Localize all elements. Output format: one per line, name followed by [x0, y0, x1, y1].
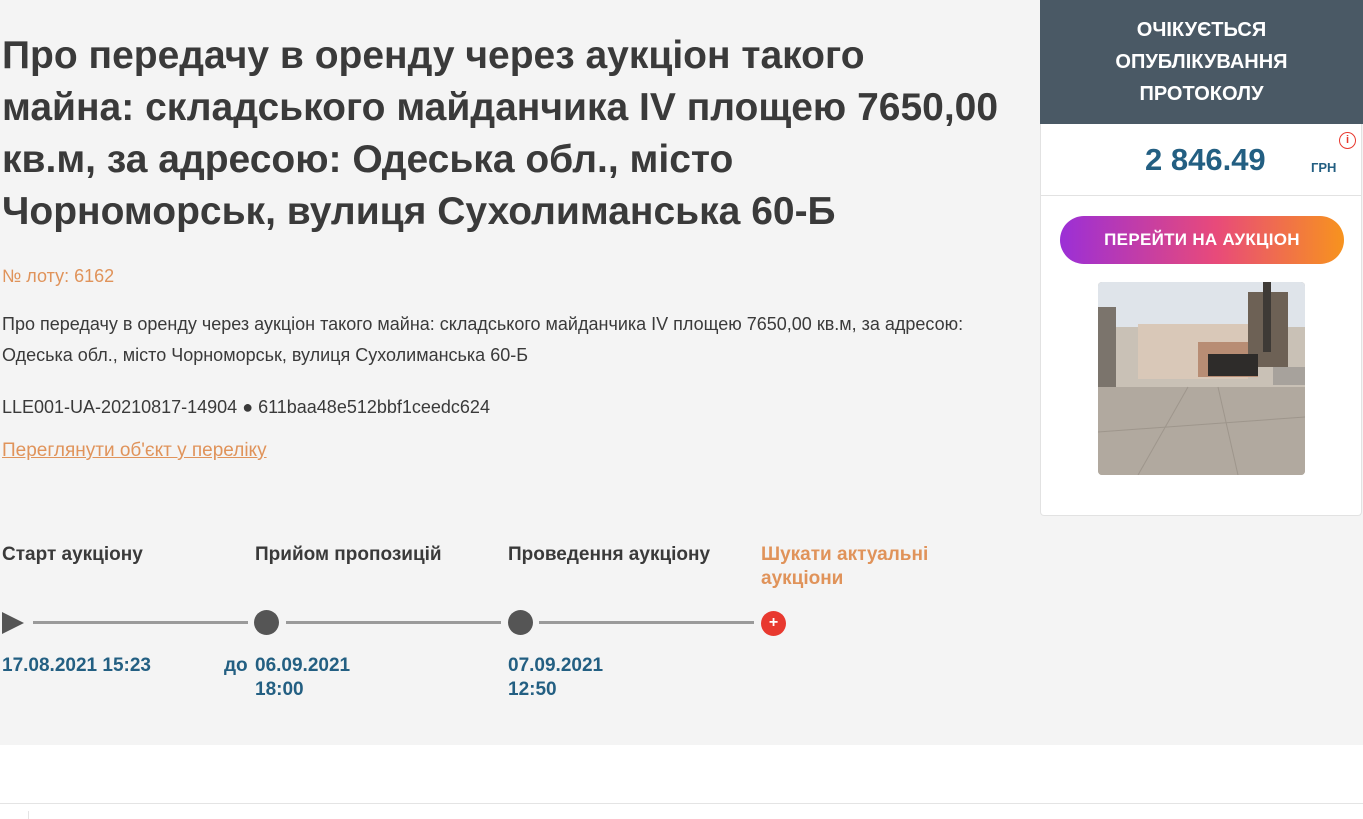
photo-image	[1098, 282, 1305, 475]
price-box: i 2 846.49 ГРН	[1040, 124, 1362, 196]
lot-title: Про передачу в оренду через аукціон тако…	[2, 34, 999, 233]
view-object-link[interactable]: Переглянути об'єкт у переліку	[2, 440, 267, 462]
status-text: ОЧІКУЄТЬСЯ ОПУБЛІКУВАННЯ ПРОТОКОЛУ	[1115, 19, 1288, 105]
lot-identifiers: LLE001-UA-20210817-14904 ● 611baa48e512bbf…	[2, 397, 490, 418]
step-proposals-label: Прийом пропозицій	[255, 544, 442, 565]
auction-id: LLE001-UA-20210817-14904	[2, 397, 238, 417]
timeline-line	[33, 621, 248, 624]
hash-id: 611baa48e512bbf1ceedc624	[258, 397, 490, 417]
id-separator: ●	[242, 397, 254, 417]
footer-divider	[28, 811, 29, 819]
price-amount: 2 846.49	[1145, 142, 1266, 177]
timeline-dot	[254, 610, 279, 635]
lot-photo[interactable]	[1098, 282, 1305, 475]
step-proposals-date-prefix: до	[224, 655, 248, 676]
price-currency: ГРН	[1311, 160, 1337, 175]
go-to-auction-button[interactable]: ПЕРЕЙТИ НА АУКЦІОН	[1060, 216, 1344, 264]
step-start-date: 17.08.2021 15:23	[2, 655, 151, 676]
timeline-dot	[508, 610, 533, 635]
search-auctions-link[interactable]: Шукати актуальні аукціони	[761, 543, 991, 591]
timeline-line	[539, 621, 754, 624]
info-icon[interactable]: i	[1339, 132, 1356, 149]
step-auction-date: 07.09.2021 12:50	[508, 655, 604, 700]
footer-divider	[0, 803, 1363, 804]
step-start-label: Старт аукціону	[2, 544, 143, 565]
lot-number: № лоту: 6162	[2, 266, 115, 286]
lot-description: Про передачу в оренду через аукціон тако…	[2, 314, 964, 365]
status-banner: ОЧІКУЄТЬСЯ ОПУБЛІКУВАННЯ ПРОТОКОЛУ	[1040, 0, 1363, 124]
step-auction-label: Проведення аукціону	[508, 544, 711, 565]
plus-icon[interactable]: +	[761, 611, 786, 636]
step-proposals-date: 06.09.2021 18:00	[255, 655, 351, 700]
timeline-line	[286, 621, 501, 624]
play-icon	[2, 612, 24, 634]
auction-card: ПЕРЕЙТИ НА АУКЦІОН	[1040, 196, 1362, 516]
